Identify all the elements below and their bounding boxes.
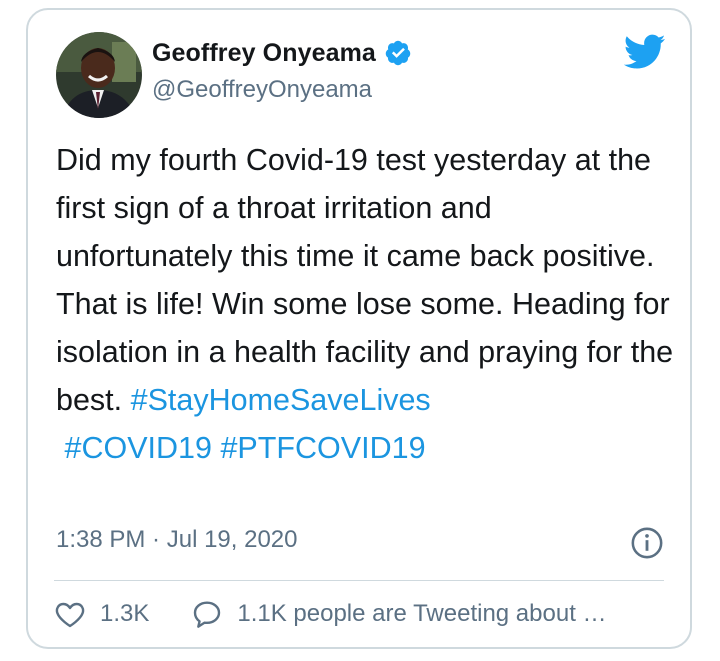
timestamp-separator: · [145, 526, 167, 553]
author-handle[interactable]: @GeoffreyOnyeama [152, 76, 372, 104]
tweeting-about-text: 1.1K people are Tweeting about this [237, 600, 610, 627]
timestamp-row[interactable]: 1:38 PM · Jul 19, 2020 [56, 526, 298, 554]
tweet-body: Did my fourth Covid-19 test yesterday at… [56, 143, 682, 417]
verified-badge-icon [385, 40, 411, 66]
tweet-text: Did my fourth Covid-19 test yesterday at… [56, 136, 676, 472]
tweet-date[interactable]: Jul 19, 2020 [167, 526, 298, 554]
avatar[interactable] [56, 32, 142, 118]
author-name-row[interactable]: Geoffrey Onyeama [152, 38, 412, 68]
author-name[interactable]: Geoffrey Onyeama [152, 39, 376, 68]
tweet-time[interactable]: 1:38 PM [56, 526, 145, 554]
heart-icon [55, 602, 85, 628]
twitter-bird-icon[interactable] [624, 34, 666, 70]
speech-bubble-icon [194, 601, 221, 628]
reply-button[interactable]: 1.1K people are Tweeting about this [191, 598, 609, 630]
like-button[interactable]: 1.3K [54, 598, 149, 630]
hashtag-link[interactable]: #COVID19 [64, 431, 211, 465]
info-icon[interactable] [630, 526, 664, 560]
divider [54, 580, 664, 581]
hashtag-link[interactable]: #PTFCOVID19 [220, 431, 425, 465]
avatar-photo [56, 32, 142, 118]
hashtag-link[interactable]: #StayHomeSaveLives [131, 383, 431, 417]
tweet-card[interactable]: Geoffrey Onyeama @GeoffreyOnyeama Did my… [26, 8, 692, 649]
tweet-actions: 1.3K 1.1K people are Tweeting about this [54, 598, 664, 630]
like-count: 1.3K [100, 600, 150, 627]
